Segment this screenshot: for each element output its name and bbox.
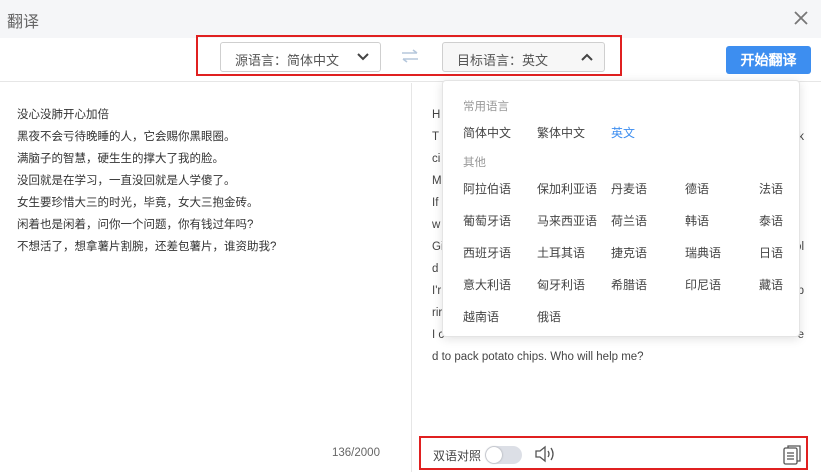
common-language-option[interactable]: 繁体中文	[537, 124, 585, 141]
toolbar: 源语言：简体中文 目标语言：英文 开始翻译	[0, 35, 821, 82]
source-text: 没心没肺开心加倍黑夜不会亏待晚睡的人，它会赐你黑眼圈。 满脑子的智慧，硬生生的撑大…	[17, 104, 397, 258]
other-language-option[interactable]: 土耳其语	[537, 244, 585, 261]
other-language-option[interactable]: 瑞典语	[685, 244, 721, 261]
chevron-down-icon	[357, 53, 369, 61]
copy-icon[interactable]	[782, 444, 802, 471]
output-controls-highlight: 双语对照	[419, 436, 808, 470]
target-language-label: 目标语言：英文	[457, 53, 549, 68]
other-language-option[interactable]: 保加利亚语	[537, 180, 597, 197]
source-language-label: 源语言：简体中文	[235, 53, 340, 68]
translation-line: d to pack potato chips. Who will help me…	[432, 351, 644, 363]
title-bar: 翻译	[0, 0, 821, 38]
target-language-select[interactable]: 目标语言：英文	[442, 42, 605, 72]
other-language-option[interactable]: 丹麦语	[611, 180, 647, 197]
toggle-knob	[486, 447, 502, 463]
other-language-option[interactable]: 希腊语	[611, 276, 647, 293]
other-language-option[interactable]: 马来西亚语	[537, 212, 597, 229]
window-title: 翻译	[7, 14, 40, 31]
source-line: 女生要珍惜大三的时光，毕竟，女大三抱金砖。	[17, 197, 259, 209]
other-language-option[interactable]: 匈牙利语	[537, 276, 585, 293]
other-language-option[interactable]: 葡萄牙语	[463, 212, 511, 229]
other-languages-heading: 其他	[463, 157, 486, 169]
swap-icon[interactable]	[401, 49, 419, 68]
language-selector-highlight: 源语言：简体中文 目标语言：英文	[196, 35, 622, 76]
common-language-option[interactable]: 简体中文	[463, 124, 511, 141]
other-language-option[interactable]: 阿拉伯语	[463, 180, 511, 197]
char-count: 136/2000	[332, 447, 380, 459]
source-line: 闲着也是闲着，问你一个问题，你有钱过年吗?	[17, 219, 254, 231]
source-line: 没回就是在学习，一直没回就是人学傻了。	[17, 175, 236, 187]
other-language-option[interactable]: 越南语	[463, 308, 499, 325]
bilingual-toggle[interactable]	[485, 446, 522, 464]
other-language-option[interactable]: 德语	[685, 180, 709, 197]
other-language-option[interactable]: 俄语	[537, 308, 561, 325]
speaker-icon[interactable]	[534, 445, 556, 468]
chevron-up-icon	[581, 53, 593, 61]
other-language-option[interactable]: 泰语	[759, 212, 783, 229]
other-language-option[interactable]: 西班牙语	[463, 244, 511, 261]
other-language-option[interactable]: 日语	[759, 244, 783, 261]
common-language-option[interactable]: 英文	[611, 124, 635, 141]
close-icon[interactable]	[791, 8, 811, 28]
other-language-option[interactable]: 意大利语	[463, 276, 511, 293]
source-text-area[interactable]: 没心没肺开心加倍黑夜不会亏待晚睡的人，它会赐你黑眼圈。 满脑子的智慧，硬生生的撑大…	[0, 83, 411, 472]
other-language-option[interactable]: 荷兰语	[611, 212, 647, 229]
source-line: 不想活了，想拿薯片割腕，还差包薯片，谁资助我?	[17, 241, 277, 253]
other-language-option[interactable]: 捷克语	[611, 244, 647, 261]
source-line: 满脑子的智慧，硬生生的撑大了我的脸。	[17, 153, 224, 165]
bilingual-label: 双语对照	[433, 449, 482, 463]
source-language-select[interactable]: 源语言：简体中文	[220, 42, 381, 72]
other-language-option[interactable]: 韩语	[685, 212, 709, 229]
other-language-option[interactable]: 印尼语	[685, 276, 721, 293]
start-translate-button[interactable]: 开始翻译	[726, 46, 811, 74]
other-language-option[interactable]: 法语	[759, 180, 783, 197]
language-dropdown: 常用语言 其他 简体中文 繁体中文 英文阿拉伯语 保加利亚语 丹麦语 德语 法语葡萄牙语 马来…	[442, 80, 800, 337]
source-line: 没心没肺开心加倍	[17, 109, 109, 121]
other-language-option[interactable]: 藏语	[759, 276, 783, 293]
source-line: 黑夜不会亏待晚睡的人，它会赐你黑眼圈。	[17, 131, 236, 143]
common-languages-heading: 常用语言	[463, 101, 509, 113]
